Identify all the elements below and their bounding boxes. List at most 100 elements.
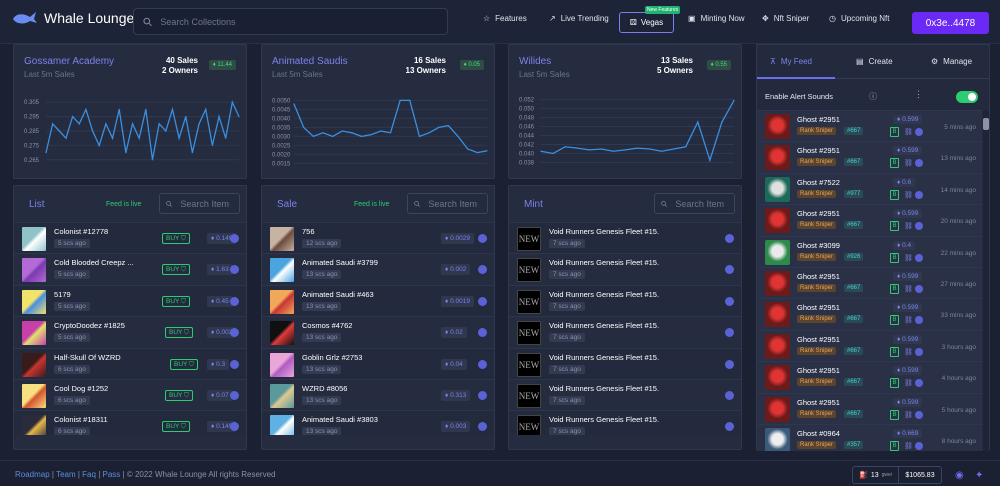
buy-icon[interactable]: B (890, 158, 899, 169)
list-item[interactable]: NEW Void Runners Genesis Fleet #15... 7 sc… (509, 316, 741, 348)
nav-nft-sniper[interactable]: ✥ Nft Sniper (762, 14, 809, 23)
eth-logo-icon[interactable] (915, 284, 923, 293)
item-name[interactable]: Colonist #12778 (54, 227, 108, 236)
buy-button[interactable]: BUY ⛉ (170, 358, 198, 370)
buy-button[interactable]: BUY ⛉ (165, 327, 193, 339)
eth-logo-icon[interactable] (725, 359, 734, 369)
search-input[interactable] (160, 16, 447, 27)
list-item[interactable]: 756 12 scs ago ♦ 0.0029 (262, 222, 494, 254)
item-name[interactable]: Void Runners Genesis Fleet #15... (549, 353, 659, 362)
eth-logo-icon[interactable] (915, 253, 923, 262)
item-name[interactable]: Ghost #7522 (797, 178, 840, 187)
item-name[interactable]: Void Runners Genesis Fleet #15... (549, 415, 659, 424)
buy-button[interactable]: BUY ⛉ (162, 295, 190, 307)
eth-logo-icon[interactable] (478, 296, 487, 306)
nav-minting-now[interactable]: ▣ Minting Now (688, 14, 745, 23)
feed-item[interactable]: Ghost #7522 Rank Sniper #977 ♦ 0.6 B ⛓ 14 mins… (757, 172, 982, 205)
nav-upcoming-nft[interactable]: ◷ Upcoming Nft (829, 14, 889, 23)
list-item[interactable]: Cold Blooded Creepz ... 5 scs ago BUY ⛉ ♦ 1… (14, 253, 246, 285)
buy-button[interactable]: BUY ⛉ (162, 264, 190, 276)
eth-logo-icon[interactable] (230, 234, 239, 243)
list-item[interactable]: WZRD #8056 13 scs ago ♦ 0.313 (262, 378, 494, 411)
collection-search[interactable] (133, 8, 448, 35)
link-icon[interactable]: ⛓ (904, 254, 913, 262)
link-icon[interactable]: ⛓ (904, 222, 913, 230)
item-name[interactable]: Ghost #2951 (797, 335, 840, 344)
faq-link[interactable]: Faq (82, 470, 96, 479)
scrollbar-thumb[interactable] (983, 118, 989, 130)
pass-link[interactable]: Pass (103, 470, 121, 479)
link-icon[interactable]: ⛓ (904, 316, 913, 324)
eth-logo-icon[interactable] (725, 296, 734, 306)
item-name[interactable]: CryptoDoodez #1825 (54, 321, 125, 330)
item-name[interactable]: Half-Skull Of WZRD (54, 353, 121, 362)
feed-item[interactable]: Ghost #2951 Rank Sniper #667 ♦ 0.599 B ⛓ 20 mi… (757, 204, 982, 236)
item-name[interactable]: Ghost #3099 (797, 241, 840, 250)
list-item[interactable]: NEW Void Runners Genesis Fleet #15... 7 sc… (509, 347, 741, 379)
feed-item[interactable]: Ghost #2951 Rank Sniper #667 ♦ 0.599 B ⛓ 33 mi… (757, 298, 982, 330)
more-options-icon[interactable]: ⋮ (914, 89, 923, 100)
item-search-input[interactable] (180, 198, 239, 209)
eth-logo-icon[interactable] (915, 222, 923, 231)
buy-button[interactable]: BUY ⛉ (162, 233, 190, 244)
item-name[interactable]: Void Runners Genesis Fleet #15... (549, 321, 659, 330)
link-icon[interactable]: ⛓ (904, 159, 913, 167)
feed-item[interactable]: Ghost #2951 Rank Sniper #667 ♦ 0.599 B ⛓ 5 hou… (757, 392, 982, 424)
eth-logo-icon[interactable] (478, 328, 487, 338)
feed-item[interactable]: Ghost #3099 Rank Sniper #926 ♦ 0.4 B ⛓ 22 mins… (757, 235, 982, 267)
discord-icon[interactable]: ◉ (955, 470, 964, 481)
eth-logo-icon[interactable] (725, 422, 734, 432)
item-search-input[interactable] (675, 198, 734, 209)
buy-icon[interactable]: B (890, 409, 899, 420)
buy-icon[interactable]: B (890, 346, 899, 357)
link-icon[interactable]: ⛓ (904, 411, 913, 419)
item-search[interactable] (654, 193, 735, 214)
eth-logo-icon[interactable] (915, 190, 923, 199)
item-search-input[interactable] (428, 198, 487, 209)
nav-features[interactable]: ☆ Features (483, 14, 527, 23)
item-name[interactable]: 5179 (54, 290, 71, 299)
link-icon[interactable]: ⛓ (904, 191, 913, 199)
list-item[interactable]: Animated Saudi #3803 13 scs ago ♦ 0.003 (262, 410, 494, 435)
list-item[interactable]: 5179 5 scs ago BUY ⛉ ♦ 0.45 (14, 284, 246, 317)
eth-logo-icon[interactable] (915, 128, 923, 136)
link-icon[interactable]: ⛓ (904, 128, 913, 136)
logo[interactable]: Whale Lounge (12, 10, 134, 26)
item-name[interactable]: Void Runners Genesis Fleet #15... (549, 227, 659, 236)
nav-live-trending[interactable]: ↗ Live Trending (549, 14, 609, 23)
item-name[interactable]: Colonist #18311 (54, 415, 108, 424)
item-name[interactable]: Cosmos #4762 (302, 321, 352, 330)
list-item[interactable]: Colonist #12778 5 scs ago BUY ⛉ ♦ 0.149 (14, 222, 246, 254)
eth-logo-icon[interactable] (478, 390, 487, 400)
eth-logo-icon[interactable] (725, 328, 734, 338)
item-name[interactable]: Animated Saudi #3799 (302, 258, 378, 267)
list-item[interactable]: Animated Saudi #3799 13 scs ago ♦ 0.002 (262, 253, 494, 285)
buy-icon[interactable]: B (890, 221, 899, 232)
tab-create[interactable]: ▤ Create (856, 57, 893, 66)
feed-item[interactable]: Ghost #2951 Rank Sniper #667 ♦ 0.599 B ⛓ 4 hou… (757, 361, 982, 393)
item-name[interactable]: WZRD #8056 (302, 384, 347, 393)
eth-logo-icon[interactable] (725, 234, 734, 243)
eth-logo-icon[interactable] (230, 422, 239, 432)
feed-item[interactable]: Ghost #2951 Rank Sniper #667 ♦ 0.599 B ⛓ 13 mi… (757, 141, 982, 173)
item-name[interactable]: Animated Saudi #3803 (302, 415, 378, 424)
eth-logo-icon[interactable] (915, 159, 923, 168)
buy-icon[interactable]: B (890, 440, 899, 451)
buy-icon[interactable]: B (890, 189, 899, 200)
list-item[interactable]: NEW Void Runners Genesis Fleet #15... 7 sc… (509, 410, 741, 435)
eth-logo-icon[interactable] (725, 390, 734, 400)
link-icon[interactable]: ⛓ (904, 285, 913, 293)
buy-icon[interactable]: B (890, 127, 899, 137)
item-name[interactable]: Ghost #2951 (797, 398, 840, 407)
link-icon[interactable]: ⛓ (904, 442, 913, 450)
list-item[interactable]: NEW Void Runners Genesis Fleet #15... 7 sc… (509, 284, 741, 317)
item-name[interactable]: Ghost #0964 (797, 429, 840, 438)
item-name[interactable]: 756 (302, 227, 315, 236)
list-item[interactable]: Goblin Grlz #2753 13 scs ago ♦ 0.04 (262, 347, 494, 379)
eth-logo-icon[interactable] (230, 390, 239, 400)
alert-sounds-toggle[interactable] (956, 91, 978, 103)
item-name[interactable]: Ghost #2951 (797, 115, 840, 124)
list-item[interactable]: Half-Skull Of WZRD 6 scs ago BUY ⛉ ♦ 0.3 (14, 347, 246, 379)
tab-manage[interactable]: ⚙ Manage (931, 57, 972, 66)
list-item[interactable]: NEW Void Runners Genesis Fleet #15... 7 sc… (509, 222, 741, 254)
